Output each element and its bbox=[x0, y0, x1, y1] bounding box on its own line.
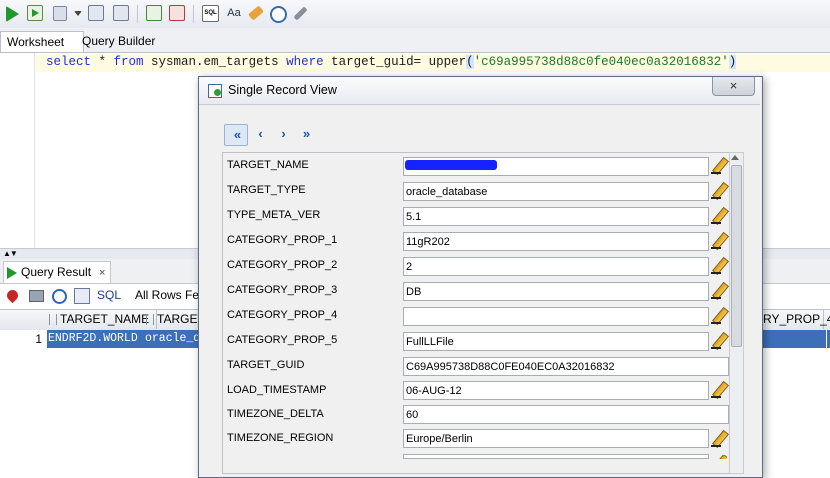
field-label: TARGET_GUID bbox=[227, 359, 305, 371]
toolbar-divider bbox=[193, 5, 194, 23]
edit-pencil-icon[interactable] bbox=[711, 258, 727, 274]
sql-paren: ) bbox=[728, 55, 737, 69]
editor-gutter bbox=[0, 53, 35, 248]
dialog-title: Single Record View bbox=[228, 83, 337, 97]
field-value-input[interactable]: oracle_database bbox=[403, 182, 709, 201]
sql-string-literal: 'c69a995738d88c0fe040ec0a32016832' bbox=[473, 55, 729, 69]
field-label: TARGET_TYPE bbox=[227, 184, 306, 196]
tab-query-builder[interactable]: Query Builder bbox=[76, 31, 161, 51]
field-value-input[interactable]: Europe/Berlin bbox=[403, 429, 709, 448]
sql-text: sysman.em_targets bbox=[143, 55, 287, 69]
print-icon[interactable] bbox=[29, 290, 44, 302]
toolbar-divider bbox=[137, 5, 138, 23]
field-value-input[interactable]: 2 bbox=[403, 257, 709, 276]
edit-pencil-icon[interactable] bbox=[711, 333, 727, 349]
column-header-label: TARGET_NAME bbox=[60, 312, 150, 326]
clear-icon[interactable] bbox=[248, 5, 264, 21]
field-value-input[interactable]: C69A995738D88C0FE040EC0A32016832 bbox=[403, 357, 729, 376]
last-record-button[interactable]: » bbox=[294, 124, 316, 144]
rollback-icon[interactable] bbox=[169, 5, 185, 21]
row-number: 1 bbox=[35, 332, 42, 346]
cell-selected[interactable] bbox=[761, 330, 826, 348]
cell-target-type[interactable]: oracle_d bbox=[143, 330, 201, 348]
autotrace-icon[interactable] bbox=[53, 6, 67, 21]
sql-text: * bbox=[91, 55, 114, 69]
field-value-input[interactable] bbox=[403, 454, 709, 459]
play-icon bbox=[7, 266, 17, 279]
field-label: TIMEZONE_REGION bbox=[227, 432, 334, 444]
edit-pencil-icon[interactable] bbox=[711, 308, 727, 324]
field-label: CATEGORY_PROP_5 bbox=[227, 334, 338, 346]
field-value-input[interactable]: 11gR202 bbox=[403, 232, 709, 251]
tools-icon[interactable] bbox=[293, 6, 308, 21]
field-label: CATEGORY_PROP_3 bbox=[227, 284, 338, 296]
field-label: TIMEZONE_DELTA bbox=[227, 408, 324, 420]
run-script-icon[interactable] bbox=[27, 5, 43, 21]
commit-icon[interactable] bbox=[146, 5, 162, 21]
close-icon[interactable]: × bbox=[99, 267, 105, 279]
record-view-icon-badge bbox=[214, 89, 221, 96]
sql-statement[interactable]: select * from sysman.em_targets where ta… bbox=[46, 55, 737, 69]
cell-target-name[interactable]: ENDRF2D.WORLD bbox=[47, 330, 143, 348]
chevron-down-icon[interactable] bbox=[74, 11, 82, 16]
field-label: LOAD_TIMESTAMP bbox=[227, 384, 327, 396]
edit-pencil-icon[interactable] bbox=[711, 382, 727, 398]
field-value-input[interactable] bbox=[403, 307, 709, 326]
field-label: CATEGORY_PROP_1 bbox=[227, 234, 338, 246]
sql-link[interactable]: SQL bbox=[97, 288, 121, 302]
main-toolbar: SQL Aa bbox=[0, 0, 830, 29]
worksheet-tabbar: Worksheet Query Builder bbox=[0, 28, 830, 53]
field-value-input[interactable]: 60 bbox=[403, 405, 729, 424]
sql-keyword: where bbox=[286, 55, 324, 69]
sql-text: target_guid= bbox=[323, 55, 429, 69]
splitter-arrows-icon[interactable]: ▲▼ bbox=[3, 249, 18, 258]
refresh-icon[interactable] bbox=[52, 289, 67, 304]
tab-worksheet[interactable]: Worksheet bbox=[0, 31, 84, 52]
sql-keyword: select bbox=[46, 55, 92, 69]
column-header-target-name[interactable]: TARGET_NAME bbox=[46, 310, 157, 329]
scrollbar-thumb[interactable] bbox=[731, 165, 742, 347]
field-label: TARGET_NAME bbox=[227, 159, 309, 171]
explain-plan-icon[interactable] bbox=[88, 5, 104, 21]
sql-paren: ( bbox=[466, 55, 474, 69]
sql-file-icon[interactable]: SQL bbox=[202, 5, 219, 22]
field-label: CATEGORY_PROP_2 bbox=[227, 259, 338, 271]
field-value-input[interactable]: 5.1 bbox=[403, 207, 709, 226]
field-label: CATEGORY_PROP_4 bbox=[227, 309, 338, 321]
tab-query-result[interactable]: Query Result × bbox=[3, 261, 112, 283]
edit-pencil-icon[interactable] bbox=[711, 455, 727, 459]
field-label: TYPE_META_VER bbox=[227, 209, 321, 221]
close-button[interactable]: × bbox=[712, 77, 755, 96]
sort-icon bbox=[146, 314, 154, 325]
sql-icon[interactable] bbox=[74, 288, 90, 304]
sql-keyword: from bbox=[113, 55, 144, 69]
edit-pencil-icon[interactable] bbox=[711, 158, 727, 174]
next-record-button[interactable]: › bbox=[273, 124, 291, 144]
field-value-input[interactable]: 06-AUG-12 bbox=[403, 381, 709, 400]
tab-label: Query Result bbox=[21, 265, 92, 279]
column-header-label: RY_PROP_4 bbox=[763, 312, 830, 326]
first-record-button[interactable]: « bbox=[224, 124, 248, 146]
history-icon[interactable] bbox=[270, 6, 287, 23]
field-value-input[interactable]: DB bbox=[403, 282, 709, 301]
redaction-mark bbox=[405, 160, 497, 170]
sql-tuning-icon[interactable] bbox=[113, 5, 129, 21]
edit-pencil-icon[interactable] bbox=[711, 431, 727, 447]
previous-record-button[interactable]: ‹ bbox=[250, 124, 268, 144]
edit-pencil-icon[interactable] bbox=[711, 283, 727, 299]
edit-pencil-icon[interactable] bbox=[711, 208, 727, 224]
field-value-input[interactable]: FullLLFile bbox=[403, 332, 709, 351]
sql-function: upper bbox=[428, 55, 467, 69]
scroll-up-icon[interactable] bbox=[731, 155, 739, 160]
sort-icon bbox=[49, 314, 57, 325]
run-statement-icon[interactable] bbox=[6, 6, 19, 22]
edit-pencil-icon[interactable] bbox=[711, 233, 727, 249]
change-case-icon[interactable]: Aa bbox=[226, 5, 242, 21]
edit-pencil-icon[interactable] bbox=[711, 183, 727, 199]
column-header-category-prop-4[interactable]: RY_PROP_4 bbox=[761, 310, 830, 329]
